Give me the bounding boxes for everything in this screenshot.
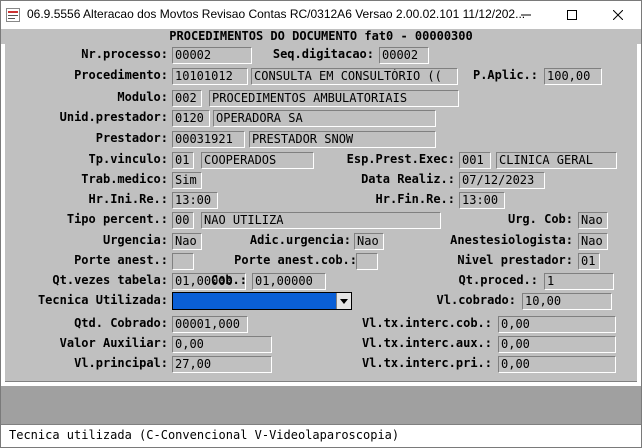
tipo-percent-code-field[interactable]: 00 (172, 212, 194, 229)
modulo-code-field[interactable]: 002 (172, 90, 202, 107)
procedimento-label: Procedimento: (74, 68, 168, 82)
tp-vinculo-code-field[interactable]: 01 (172, 152, 194, 169)
status-bar: Tecnica utilizada (C-Convencional V-Vide… (1, 424, 641, 446)
valor-auxiliar-label: Valor Auxiliar: (59, 336, 168, 350)
trab-medico-label: Trab.medico: (81, 172, 168, 186)
procedimento-code-field[interactable]: 10101012 (172, 68, 248, 85)
urgencia-field[interactable]: Nao (172, 233, 202, 250)
seq-digitacao-field[interactable]: 00002 (379, 47, 429, 64)
hr-fin-re-field[interactable]: 13:00 (459, 192, 505, 209)
vl-principal-field[interactable]: 27,00 (172, 356, 272, 373)
esp-prest-exec-label: Esp.Prest.Exec: (346, 152, 455, 166)
vl-cobrado-label: Vl.cobrado: (436, 293, 516, 307)
unid-prestador-desc-field: OPERADORA SA (213, 110, 436, 127)
app-icon (6, 8, 20, 22)
urgencia-label: Urgencia: (102, 233, 168, 247)
tipo-percent-desc-field: NAO UTILIZA (201, 212, 441, 229)
seq-digitacao-label: Seq.digitacao: (272, 47, 374, 61)
unid-prestador-code-field[interactable]: 0120 (172, 110, 210, 127)
esp-prest-exec-desc-field: CLINICA GERAL (496, 152, 617, 169)
vl-principal-label: Vl.principal: (74, 356, 168, 370)
tipo-percent-label: Tipo percent.: (66, 212, 168, 226)
vl-tx-interc-aux-field[interactable]: 0,00 (498, 336, 616, 353)
vl-tx-interc-cob-field[interactable]: 0,00 (498, 316, 616, 333)
porte-anest-cob-field[interactable] (356, 253, 378, 270)
anestesiologista-label: Anestesiologista: (450, 233, 573, 247)
data-realiz-field[interactable]: 07/12/2023 (459, 172, 545, 189)
nivel-prestador-field[interactable]: 01 (578, 253, 600, 270)
button-area (1, 386, 641, 424)
qt-proced-field[interactable]: 1 (544, 273, 614, 290)
page-title: PROCEDIMENTOS DO DOCUMENTO fat0 - 000003… (1, 29, 641, 44)
urg-cob-label: Urg. Cob: (507, 212, 573, 226)
adic-urgencia-field[interactable]: Nao (354, 233, 384, 250)
vl-tx-interc-aux-label: Vl.tx.interc.aux.: (361, 336, 492, 350)
vl-tx-interc-pri-label: Vl.tx.interc.pri.: (361, 356, 492, 370)
minimize-icon[interactable] (503, 1, 549, 29)
vl-tx-interc-cob-label: Vl.tx.interc.cob.: (361, 316, 492, 330)
prestador-desc-field: PRESTADOR SNOW (249, 131, 436, 148)
qt-vezes-tabela-label: Qt.vezes tabela: (52, 273, 168, 287)
hr-ini-re-label: Hr.Ini.Re.: (88, 192, 168, 206)
porte-anest-label: Porte anest.: (74, 253, 168, 267)
nr-processo-label: Nr.processo: (81, 47, 168, 61)
prestador-label: Prestador: (95, 131, 168, 145)
p-aplic-field[interactable]: 100,00 (544, 68, 602, 85)
nr-processo-field[interactable]: 00002 (172, 47, 252, 64)
qtd-cobrado-field[interactable]: 00001,000 (172, 316, 248, 333)
data-realiz-label: Data Realiz.: (361, 172, 455, 186)
esp-prest-exec-code-field[interactable]: 001 (459, 152, 491, 169)
maximize-icon[interactable] (549, 1, 595, 29)
cob-field[interactable]: 01,00000 (252, 273, 326, 290)
urg-cob-field[interactable]: Nao (578, 212, 608, 229)
trab-medico-field[interactable]: Sim (172, 172, 202, 189)
procedimento-desc-field: CONSULTA EM CONSULTÓRIO (( (251, 68, 458, 85)
hr-ini-re-field[interactable]: 13:00 (172, 192, 218, 209)
tp-vinculo-desc-field: COOPERADOS (201, 152, 314, 169)
p-aplic-label: P.Aplic.: (472, 68, 538, 82)
vl-cobrado-field[interactable]: 10,00 (522, 293, 612, 310)
close-icon[interactable] (595, 1, 641, 29)
vl-tx-interc-pri-field[interactable]: 0,00 (498, 356, 616, 373)
adic-urgencia-label: Adic.urgencia: (249, 233, 351, 247)
title-bar: 06.9.5556 Alteracao dos Movtos Revisao C… (1, 1, 641, 29)
modulo-desc-field: PROCEDIMENTOS AMBULATORIAIS (209, 90, 459, 107)
qt-proced-label: Qt.proced.: (458, 273, 538, 287)
tecnica-utilizada-select[interactable] (172, 292, 352, 310)
window-title: 06.9.5556 Alteracao dos Movtos Revisao C… (27, 7, 526, 21)
valor-auxiliar-field[interactable]: 0,00 (172, 336, 272, 353)
nivel-prestador-label: Nivel prestador: (457, 253, 573, 267)
porte-anest-cob-label: Porte anest.cob.: (234, 253, 357, 267)
cob-label: Cob.: (210, 273, 247, 287)
modulo-label: Modulo: (117, 90, 168, 104)
hr-fin-re-label: Hr.Fin.Re.: (375, 192, 455, 206)
tecnica-utilizada-label: Tecnica Utilizada: (37, 293, 168, 307)
qtd-cobrado-label: Qtd. Cobrado: (74, 316, 168, 330)
anestesiologista-field[interactable]: Nao (578, 233, 608, 250)
application-window: 06.9.5556 Alteracao dos Movtos Revisao C… (0, 0, 642, 448)
procedure-form: Nr.processo: 00002 Seq.digitacao: 00002 … (5, 44, 637, 384)
tp-vinculo-label: Tp.vinculo: (88, 152, 168, 166)
unid-prestador-label: Unid.prestador: (59, 110, 168, 124)
chevron-down-icon[interactable] (336, 293, 351, 309)
prestador-code-field[interactable]: 00031921 (172, 131, 245, 148)
porte-anest-field[interactable] (172, 253, 194, 270)
